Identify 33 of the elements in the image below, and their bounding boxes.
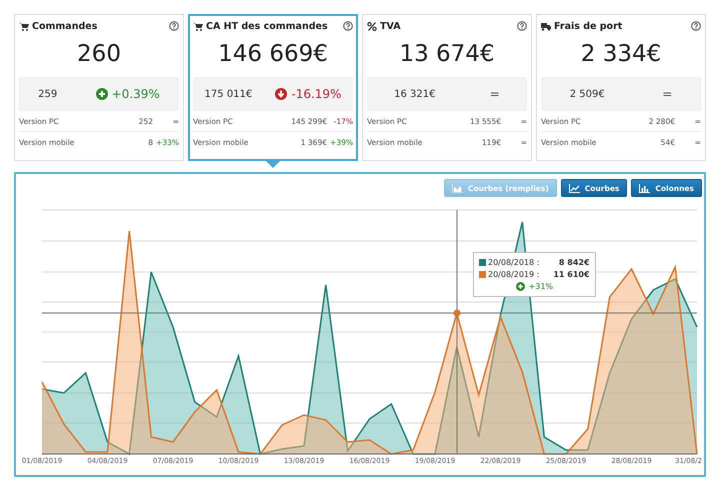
- bar-chart-icon: [639, 184, 650, 192]
- card-title: Commandes: [32, 20, 98, 32]
- percent-icon: [367, 22, 377, 30]
- line-chart-icon: [568, 184, 580, 192]
- metric-value: 146 669€: [217, 40, 329, 69]
- previous-value: 2 509€: [570, 88, 605, 100]
- tooltip-date: 20/08/2019 :: [488, 270, 540, 278]
- change-percent: =: [490, 87, 500, 101]
- hover-point: [454, 310, 460, 316]
- change-percent: +0.39%: [112, 87, 160, 101]
- metric-value: 260: [76, 40, 122, 69]
- metric-value: 2 334€: [580, 40, 662, 69]
- help-icon[interactable]: [517, 21, 527, 31]
- area-chart-icon: [452, 184, 463, 192]
- tooltip-change: +31%: [528, 282, 554, 291]
- cart-icon: [19, 22, 29, 30]
- truck-icon: [541, 22, 551, 30]
- tooltip-value: 8 842€: [558, 258, 590, 266]
- help-icon[interactable]: [691, 21, 701, 31]
- cart-icon: [193, 22, 203, 30]
- change-percent: =: [662, 87, 672, 101]
- previous-value: 16 321€: [394, 88, 436, 100]
- previous-value: 259: [38, 88, 58, 100]
- card-title: Frais de port: [554, 20, 622, 32]
- help-icon[interactable]: [169, 21, 179, 31]
- change-percent: -16.19%: [291, 87, 342, 101]
- card-title: CA HT des commandes: [206, 20, 328, 32]
- tooltip-date: 20/08/2018 :: [488, 258, 540, 266]
- metric-value: 13 674€: [398, 40, 496, 69]
- tooltip-value: 11 610€: [553, 270, 590, 278]
- help-icon[interactable]: [343, 21, 353, 31]
- previous-value: 175 011€: [204, 88, 252, 100]
- card-title: TVA: [380, 20, 401, 32]
